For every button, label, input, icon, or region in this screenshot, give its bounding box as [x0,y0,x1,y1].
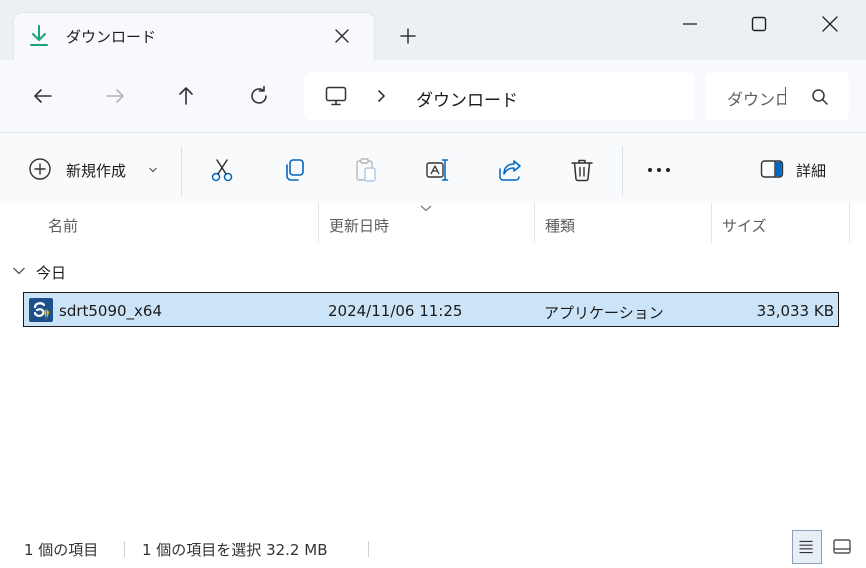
column-header-row: 名前 更新日時 種類 サイズ [0,203,866,247]
column-header-modified[interactable]: 更新日時 [329,215,389,236]
column-resize-handle[interactable] [849,203,850,243]
up-arrow-icon[interactable] [174,84,198,108]
search-icon[interactable] [811,88,829,106]
column-header-type[interactable]: 種類 [545,215,575,236]
details-label: 詳細 [796,162,827,180]
selection-info: 1 個の項目を選択 32.2 MB [142,541,328,559]
file-name: sdrt5090_x64 [59,302,163,320]
tab-title: ダウンロード [66,28,157,46]
toolbar-divider [181,146,182,196]
copy-icon[interactable] [281,157,307,183]
paste-icon[interactable] [353,157,379,183]
status-divider [124,541,125,557]
details-view-button[interactable] [792,530,822,564]
forward-arrow-icon[interactable] [103,84,127,108]
column-header-name[interactable]: 名前 [48,215,78,236]
command-bar: 新規作成 詳細 [0,133,866,203]
back-arrow-icon[interactable] [31,84,55,108]
breadcrumb-chevron-icon[interactable] [374,87,390,105]
chevron-down-icon [149,167,157,173]
details-pane-icon [760,160,784,178]
status-bar: 1 個の項目 1 個の項目を選択 32.2 MB [0,530,866,566]
text-caret [785,87,786,105]
rename-icon[interactable] [425,157,451,183]
add-circle-icon [29,158,51,180]
sort-chevron-icon [420,205,432,212]
breadcrumb-downloads[interactable]: ダウンロード [416,86,518,111]
tiles-view-button[interactable] [828,530,858,564]
column-resize-handle[interactable] [318,203,319,243]
group-label: 今日 [36,264,67,282]
tab-downloads[interactable]: ダウンロード [14,13,374,60]
refresh-icon[interactable] [247,84,271,108]
item-count: 1 個の項目 [24,541,99,559]
file-type: アプリケーション [544,304,664,322]
this-pc-icon [325,86,347,106]
application-icon [29,298,53,322]
chevron-down-icon [13,267,25,275]
column-resize-handle[interactable] [711,203,712,243]
search-input[interactable]: ダウンロードの検索 [727,86,785,110]
more-icon[interactable] [646,157,672,183]
new-button-label: 新規作成 [66,162,127,180]
file-row[interactable]: sdrt5090_x64 2024/11/06 11:25 アプリケーション 3… [23,292,839,327]
file-size: 33,033 KB [756,302,834,320]
share-icon[interactable] [497,157,523,183]
navigation-bar: ダウンロード ダウンロードの検索 [0,60,866,132]
search-box[interactable]: ダウンロードの検索 [705,72,849,120]
new-tab-icon[interactable] [396,24,420,48]
minimize-icon[interactable] [678,12,702,36]
tiles-view-icon [833,539,851,554]
maximize-icon[interactable] [747,12,771,36]
status-divider [368,541,369,557]
delete-icon[interactable] [569,157,595,183]
window-close-icon[interactable] [818,12,842,36]
details-view-icon [799,540,813,554]
toolbar-divider [622,146,623,196]
column-resize-handle[interactable] [534,203,535,243]
file-modified: 2024/11/06 11:25 [328,302,463,320]
title-bar: ダウンロード [0,0,866,60]
address-bar[interactable]: ダウンロード [304,72,694,120]
cut-icon[interactable] [209,157,235,183]
column-header-size[interactable]: サイズ [722,215,767,236]
download-icon [30,25,48,46]
tab-close-icon[interactable] [330,24,354,48]
